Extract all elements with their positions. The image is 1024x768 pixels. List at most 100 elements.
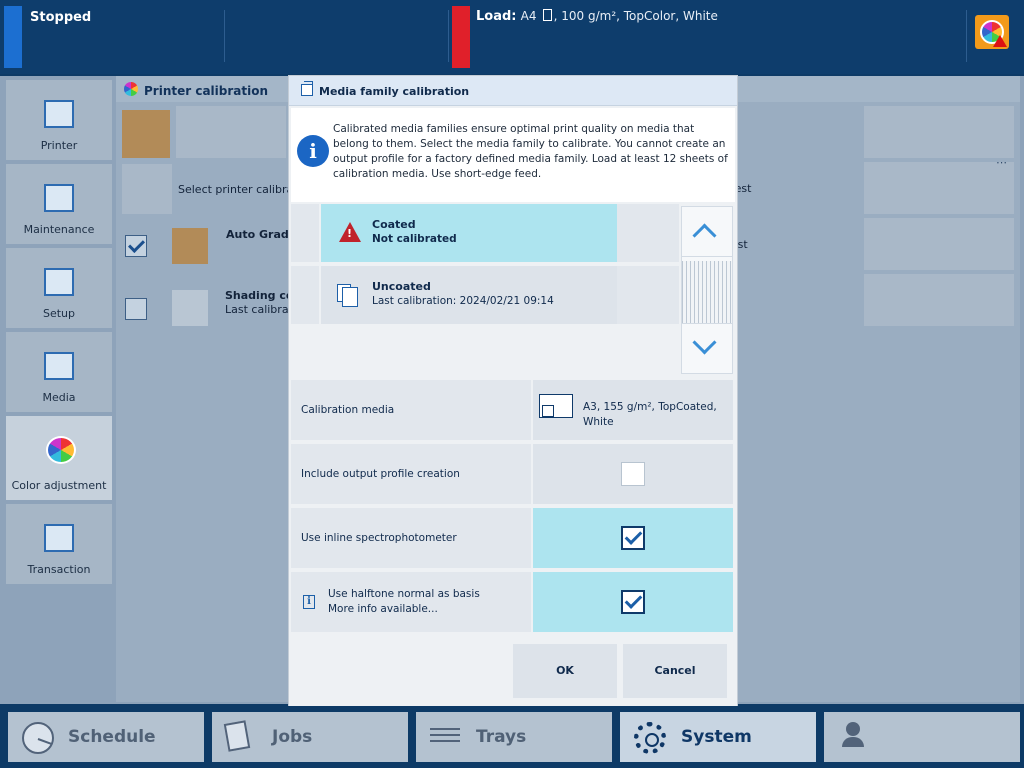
media-icon	[44, 352, 74, 380]
shading-checkbox[interactable]	[125, 298, 147, 320]
inline-spectro-cell	[533, 508, 733, 568]
sidebar-item-label: Media	[42, 391, 76, 404]
media-family-status: Last calibration: 2024/02/21 09:14	[372, 295, 554, 307]
ok-button[interactable]: OK	[513, 644, 617, 698]
calibration-media-value: A3, 155 g/m², TopCoated, White	[583, 401, 717, 428]
printer-status-text[interactable]: Stopped	[30, 10, 91, 25]
divider	[966, 10, 967, 62]
tab-user[interactable]	[824, 712, 1020, 762]
info-icon: i	[297, 135, 329, 167]
divider	[224, 10, 225, 62]
media-family-calibration-dialog: Media family calibration i Calibrated me…	[288, 75, 738, 707]
printer-status-indicator	[4, 6, 22, 68]
g7-test-tile[interactable]	[864, 162, 1014, 214]
list-gutter	[291, 266, 319, 324]
gear-icon	[634, 722, 666, 754]
calibration-media-label-cell: Calibration media	[291, 380, 531, 440]
sidebar: Printer Maintenance Setup Media Color ad…	[6, 80, 114, 588]
calibration-media-selector[interactable]: A3, 155 g/m², TopCoated, White	[533, 380, 733, 440]
output-profile-row: Include output profile creation	[291, 444, 735, 504]
media-sheet-icon	[539, 394, 573, 418]
shading-title: Shading co	[225, 289, 294, 302]
list-filler	[617, 266, 679, 324]
jobs-icon	[223, 720, 251, 752]
sidebar-item-label: Color adjustment	[11, 479, 107, 492]
bottom-nav: Schedule Jobs Trays System	[0, 706, 1024, 768]
output-profile-cell	[533, 444, 733, 504]
auto-gradation-label: Auto Grada	[226, 228, 297, 241]
color-wheel-icon	[46, 436, 76, 464]
inline-spectro-row: Use inline spectrophotometer	[291, 508, 735, 568]
g7-test-tile[interactable]	[864, 218, 1014, 270]
sidebar-item-media[interactable]: Media	[6, 332, 112, 412]
status-bar: Stopped Load: A4 , 100 g/m², TopColor, W…	[0, 0, 1024, 74]
output-profile-checkbox[interactable]	[621, 462, 645, 486]
tab-label: System	[681, 727, 752, 747]
maintenance-icon	[44, 184, 74, 212]
dialog-title-bar: Media family calibration	[289, 76, 737, 106]
user-key-icon	[838, 722, 870, 754]
warning-triangle-icon	[993, 35, 1007, 47]
media-family-icon	[301, 81, 313, 96]
tab-system[interactable]: System	[620, 712, 816, 762]
halftone-more-info[interactable]: More info available...	[328, 603, 438, 615]
tab-jobs[interactable]: Jobs	[212, 712, 408, 762]
color-wheel-icon	[124, 82, 138, 96]
load-size: A4	[520, 9, 537, 23]
divider	[448, 10, 449, 62]
sidebar-item-label: Printer	[40, 139, 78, 152]
sidebar-item-label: Setup	[42, 307, 76, 320]
clock-icon	[22, 722, 54, 754]
sidebar-item-label: Maintenance	[23, 223, 95, 236]
media-family-list: Coated Not calibrated Uncoated Last cali…	[291, 204, 735, 376]
halftone-label-cell[interactable]: i Use halftone normal as basis More info…	[291, 572, 531, 632]
transaction-icon	[44, 524, 74, 552]
list-filler	[617, 204, 679, 262]
dropdown-toggle[interactable]	[122, 164, 172, 214]
info-icon[interactable]: i	[303, 595, 315, 609]
sidebar-item-color-adjustment[interactable]: Color adjustment	[6, 416, 112, 500]
auto-tile[interactable]	[864, 274, 1014, 326]
list-gutter	[291, 204, 319, 262]
tab-label: Jobs	[272, 727, 313, 747]
warning-icon	[339, 222, 361, 242]
scroll-thumb[interactable]	[682, 261, 732, 323]
list-scrollbar[interactable]	[681, 206, 733, 374]
shading-icon	[172, 290, 208, 326]
halftone-checkbox[interactable]	[621, 590, 645, 614]
paper-sheet-icon	[542, 9, 552, 21]
inline-spectro-label-cell: Use inline spectrophotometer	[291, 508, 531, 568]
media-family-status: Not calibrated	[372, 233, 457, 245]
halftone-row: i Use halftone normal as basis More info…	[291, 572, 735, 632]
cancel-button[interactable]: Cancel	[623, 644, 727, 698]
sidebar-item-setup[interactable]: Setup	[6, 248, 112, 328]
printer-icon	[44, 100, 74, 128]
scroll-down-icon[interactable]	[682, 323, 732, 373]
media-family-icon	[337, 284, 358, 307]
info-box: i Calibrated media families ensure optim…	[291, 108, 735, 202]
scroll-up-icon[interactable]	[682, 207, 732, 257]
info-text: Calibrated media families ensure optimal…	[333, 123, 728, 180]
dialog-footer: OK Cancel	[291, 634, 735, 704]
sidebar-item-printer[interactable]: Printer	[6, 80, 112, 160]
media-family-uncoated[interactable]: Uncoated Last calibration: 2024/02/21 09…	[321, 266, 617, 324]
output-profile-label: Include output profile creation	[301, 468, 460, 480]
tab-label: Schedule	[68, 727, 156, 747]
sidebar-item-transaction[interactable]: Transaction	[6, 504, 112, 584]
tab-label: Trays	[476, 727, 527, 747]
load-info[interactable]: Load: A4 , 100 g/m², TopColor, White	[476, 9, 718, 24]
load-label: Load:	[476, 9, 517, 24]
inline-spectro-checkbox[interactable]	[621, 526, 645, 550]
tab-trays[interactable]: Trays	[416, 712, 612, 762]
sidebar-item-maintenance[interactable]: Maintenance	[6, 164, 112, 244]
tab-schedule[interactable]: Schedule	[8, 712, 204, 762]
halftone-cell	[533, 572, 733, 632]
more-options-icon[interactable]: ⋯	[996, 156, 1007, 169]
auto-gradation-checkbox[interactable]	[125, 235, 147, 257]
auto-gradation-icon	[172, 228, 208, 264]
color-wheel-warning-icon[interactable]	[975, 15, 1009, 49]
sidebar-item-label: Transaction	[27, 563, 91, 576]
dialog-title: Media family calibration	[319, 85, 470, 98]
media-family-coated[interactable]: Coated Not calibrated	[321, 204, 617, 262]
tile[interactable]	[864, 106, 1014, 158]
